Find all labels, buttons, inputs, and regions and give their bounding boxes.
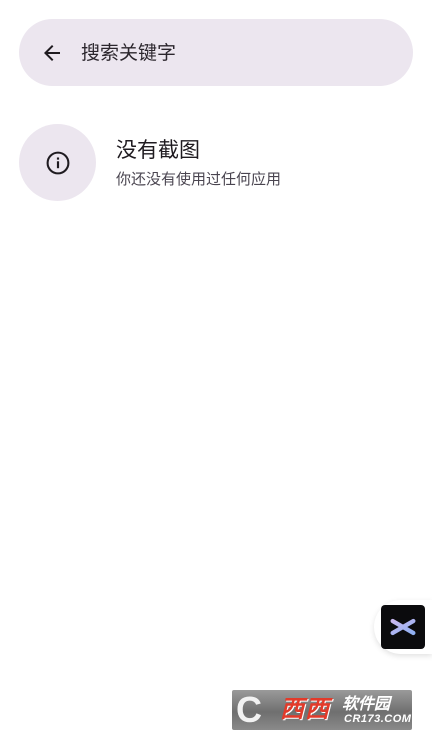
site-watermark: C 西西 软件园 CR173.COM: [232, 690, 412, 730]
info-icon: [46, 151, 69, 174]
search-input[interactable]: [81, 37, 381, 69]
arrow-left-icon: [44, 45, 60, 61]
watermark-soft: 软件园: [342, 694, 391, 713]
empty-state: 没有截图 你还没有使用过任何应用: [19, 124, 413, 202]
info-icon-container: [19, 124, 96, 201]
watermark-domain: CR173.COM: [344, 713, 412, 725]
search-bar: [19, 19, 413, 86]
floating-app-button[interactable]: [381, 605, 425, 649]
watermark-logo-letter: C: [236, 690, 262, 730]
watermark-brand: 西西: [280, 695, 330, 723]
snowflake-asterisk-icon: [390, 612, 416, 642]
back-button[interactable]: [37, 38, 67, 68]
empty-state-title: 没有截图: [116, 138, 200, 162]
empty-state-subtitle: 你还没有使用过任何应用: [116, 170, 282, 188]
